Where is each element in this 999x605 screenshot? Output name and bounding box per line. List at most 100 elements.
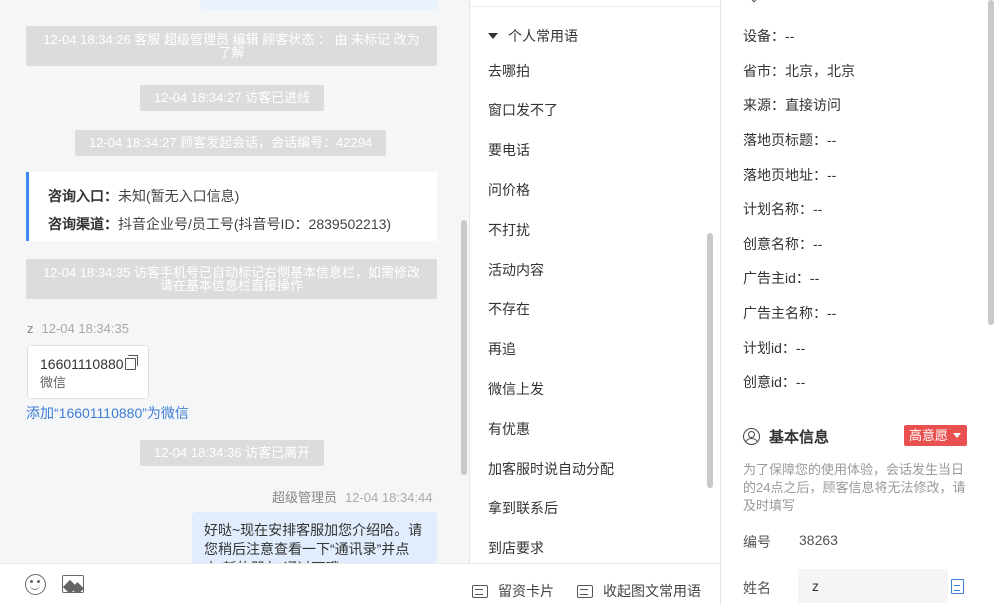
channel-label: 咨询渠道：: [48, 216, 118, 232]
info-label: 广告主id：: [743, 270, 810, 286]
collapse-label: 收起图文常用语: [603, 583, 701, 599]
lead-card-button[interactable]: 留资卡片: [472, 581, 554, 601]
info-label: 落地页地址：: [743, 167, 827, 183]
info-scrollbar[interactable]: [988, 0, 994, 325]
info-label: 计划名称：: [743, 201, 813, 217]
settings-icon: [745, 0, 763, 3]
card-icon: [472, 585, 488, 598]
info-value: --: [813, 236, 823, 252]
entry-value: 未知(暂无入口信息): [118, 188, 240, 204]
info-label: 省市：: [743, 63, 785, 79]
user-icon: [743, 428, 760, 445]
phrase-item[interactable]: 不存在: [488, 299, 530, 319]
info-row-city: 省市：北京，北京: [743, 61, 855, 81]
phrase-item[interactable]: 微信上发: [488, 379, 544, 399]
chat-panel: 12-04 18:34:26 客服 超级管理员 编辑 顾客状态 ： 由 未标记 …: [0, 0, 470, 605]
phrase-item[interactable]: 加客服时说自动分配: [488, 459, 614, 479]
caret-down-icon: [953, 433, 961, 438]
chat-scrollbar[interactable]: [461, 220, 467, 475]
info-label: 创意名称：: [743, 236, 813, 252]
phone-type: 微信: [40, 375, 67, 390]
agent-header: 超级管理员 12-04 18:34:44: [272, 487, 432, 506]
info-row-plan-name: 计划名称：--: [743, 199, 822, 219]
info-label: 来源：: [743, 97, 785, 113]
name-label: 姓名: [743, 580, 771, 596]
info-row-advertiser-id: 广告主id：--: [743, 268, 819, 288]
agent-name: 超级管理员: [272, 490, 338, 505]
copy-icon[interactable]: [124, 355, 138, 370]
phrase-item[interactable]: 问价格: [488, 180, 530, 200]
visitor-header: z 12-04 18:34:35: [27, 321, 129, 336]
info-value: --: [813, 201, 823, 217]
info-row-advertiser-name: 广告主名称：--: [743, 303, 836, 323]
info-row-creative-id: 创意id：--: [743, 372, 805, 392]
collapse-phrases-button[interactable]: 收起图文常用语: [577, 581, 701, 601]
phrase-item[interactable]: 去哪拍: [488, 61, 530, 81]
system-message: 12-04 18:34:36 访客已离开: [140, 440, 325, 466]
card-icon: [577, 585, 593, 598]
visitor-info-panel: 设备：-- 省市：北京，北京 来源：直接访问 落地页标题：-- 落地页地址：--…: [722, 0, 999, 605]
phrases-panel: 个人常用语 去哪拍 窗口发不了 要电话 问价格 不打扰 活动内容 不存在 再追 …: [470, 0, 721, 605]
phrase-item[interactable]: 到店要求: [488, 538, 544, 558]
entry-label: 咨询入口：: [48, 188, 118, 204]
info-value: --: [795, 340, 806, 356]
section-header-partial: [743, 0, 973, 3]
outgoing-message: 好哒~现在安排客服加您介绍哈。请您稍后注意查看一下“通讯录”并点击“新的朋友”通…: [192, 512, 437, 563]
intent-value: 高意愿: [909, 428, 949, 443]
image-icon[interactable]: [62, 575, 84, 593]
phrase-item[interactable]: 活动内容: [488, 260, 544, 280]
chat-messages[interactable]: 12-04 18:34:26 客服 超级管理员 编辑 顾客状态 ： 由 未标记 …: [0, 0, 470, 563]
info-row-device: 设备：--: [743, 26, 794, 46]
info-value: --: [827, 305, 837, 321]
info-label: 广告主名称：: [743, 305, 827, 321]
info-row-source: 来源：直接访问: [743, 95, 841, 115]
name-field[interactable]: z: [798, 569, 948, 603]
visitor-time: 12-04 18:34:35: [41, 321, 129, 336]
info-value: --: [795, 374, 806, 390]
document-icon[interactable]: [951, 579, 964, 594]
phrases-toolbar: 留资卡片 收起图文常用语: [470, 563, 720, 605]
phrase-item[interactable]: 要电话: [488, 140, 530, 160]
info-row-creative-name: 创意名称：--: [743, 234, 822, 254]
basic-info-title: 基本信息: [743, 426, 829, 447]
section-title-text: 基本信息: [769, 429, 830, 446]
phrase-group-title: 个人常用语: [508, 28, 578, 44]
visitor-name: z: [27, 321, 34, 336]
phrases-scrollbar[interactable]: [707, 233, 713, 488]
info-value: --: [785, 28, 795, 44]
info-label: 设备：: [743, 28, 785, 44]
chat-toolbar: [0, 563, 470, 605]
phone-number: 16601110880: [40, 356, 124, 372]
phrase-item[interactable]: 有优惠: [488, 419, 530, 439]
message-bubble-partial: [200, 0, 438, 10]
phrase-group-header[interactable]: 个人常用语: [488, 26, 578, 46]
info-value: 直接访问: [785, 97, 841, 113]
customer-id-value: 38263: [799, 532, 838, 548]
divider: [470, 6, 720, 7]
system-message: 12-04 18:34:35 访客手机号已自动标记右侧基本信息栏，如需修改请在基…: [26, 259, 437, 299]
system-message: 12-04 18:34:27 顾客发起会话，会话编号：42294: [75, 130, 387, 156]
phrase-item[interactable]: 拿到联系后: [488, 498, 558, 518]
lead-card-label: 留资卡片: [498, 583, 554, 599]
system-message: 12-04 18:34:26 客服 超级管理员 编辑 顾客状态 ： 由 未标记 …: [26, 26, 437, 66]
phrase-item[interactable]: 窗口发不了: [488, 100, 558, 120]
info-row-plan-id: 计划id：--: [743, 338, 805, 358]
add-wechat-link[interactable]: 添加“16601110880”为微信: [26, 403, 189, 423]
system-message: 12-04 18:34:27 访客已进线: [140, 85, 325, 111]
phrase-item[interactable]: 不打扰: [488, 220, 530, 240]
emoji-icon[interactable]: [25, 574, 46, 595]
info-value: --: [827, 132, 837, 148]
info-row-landing-url: 落地页地址：--: [743, 165, 836, 185]
info-label: 落地页标题：: [743, 132, 827, 148]
phrase-item[interactable]: 再追: [488, 339, 516, 359]
intent-dropdown[interactable]: 高意愿: [904, 425, 967, 446]
info-value: --: [827, 167, 837, 183]
info-value: 北京，北京: [785, 63, 855, 79]
info-row-landing-title: 落地页标题：--: [743, 130, 836, 150]
channel-value: 抖音企业号/员工号(抖音号ID：2839502213): [118, 216, 392, 232]
info-label: 创意id：: [743, 374, 796, 390]
phone-card: 16601110880 微信: [27, 345, 149, 399]
edit-notice: 为了保障您的使用体验，会话发生当日的24点之后，顾客信息将无法修改，请及时填写: [743, 462, 966, 513]
agent-time: 12-04 18:34:44: [345, 490, 433, 505]
customer-id-label: 编号: [743, 534, 771, 550]
